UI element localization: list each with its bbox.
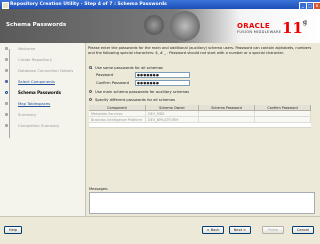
password-field[interactable]: ●●●●●●● <box>135 72 190 78</box>
decorative-gear-graphic <box>144 15 164 35</box>
messages-area[interactable] <box>89 192 315 214</box>
step-create-repository: Create Repository <box>4 56 84 63</box>
fusion-middleware-label: FUSION MIDDLEWARE <box>237 30 282 34</box>
step-summary: Summary <box>4 111 84 118</box>
step-map-tablespaces[interactable]: Map Tablespaces <box>4 100 84 107</box>
step-label[interactable]: Select Components <box>18 79 55 84</box>
instructions-text: Please enter the passwords for the main … <box>88 46 312 56</box>
step-indicator <box>5 113 8 116</box>
confirm-password-label: Confirm Password <box>96 81 129 85</box>
step-label[interactable]: Map Tablespaces <box>18 101 50 106</box>
app-icon <box>2 2 9 9</box>
next-button[interactable]: Next > <box>229 226 251 234</box>
step-label: Welcome <box>18 46 36 51</box>
step-schema-passwords: Schema Passwords <box>4 89 84 96</box>
schema-table: Component Schema Owner Schema Password C… <box>89 105 311 128</box>
radio-main-schema-passwords[interactable] <box>89 90 93 94</box>
password-label: Password <box>96 73 114 77</box>
step-completion-summary: Completion Summary <box>4 122 84 129</box>
finish-button[interactable]: Finish <box>262 226 284 234</box>
step-select-components[interactable]: Select Components <box>4 78 84 85</box>
table-empty-area <box>89 123 311 128</box>
button-bar: Help < Back Next > Finish Cancel <box>0 216 320 244</box>
step-indicator <box>5 80 8 83</box>
step-label: Completion Summary <box>18 123 60 128</box>
step-database-connection: Database Connection Details <box>4 67 84 74</box>
window-title: Repository Creation Utility - Step 4 of … <box>10 2 167 7</box>
version-logo: 11g <box>282 19 307 37</box>
radio-specify-different-label: Specify different passwords for all sche… <box>95 97 176 102</box>
messages-label: Messages: <box>89 187 109 191</box>
step-label: Summary <box>18 112 37 117</box>
step-indicator <box>5 69 8 72</box>
step-indicator <box>5 58 8 61</box>
cancel-button[interactable]: Cancel <box>292 226 314 234</box>
step-indicator <box>5 102 8 105</box>
step-indicator <box>5 91 8 94</box>
help-button[interactable]: Help <box>4 226 22 234</box>
radio-main-schema-passwords-label: Use main schema passwords for auxiliary … <box>95 89 190 94</box>
step-indicator <box>5 47 8 50</box>
radio-same-passwords-label: Use same passwords for all schemas <box>95 65 163 70</box>
version-suffix: g <box>302 19 308 26</box>
confirm-password-field[interactable]: ●●●●●●● <box>135 80 190 86</box>
page-title: Schema Passwords <box>6 22 67 28</box>
version-number: 11 <box>282 19 303 37</box>
back-button[interactable]: < Back <box>202 226 224 234</box>
decorative-globe-graphic <box>170 11 200 41</box>
oracle-logo: ORACLE <box>237 22 270 30</box>
step-welcome: Welcome <box>4 45 84 52</box>
radio-specify-different[interactable] <box>89 98 93 102</box>
step-label: Create Repository <box>18 57 53 62</box>
main-panel: Please enter the passwords for the main … <box>88 46 316 216</box>
radio-same-passwords[interactable] <box>89 66 93 70</box>
header-banner: Schema Passwords ORACLE FUSION MIDDLEWAR… <box>0 9 320 43</box>
step-indicator <box>5 124 8 127</box>
step-label: Schema Passwords <box>18 90 62 95</box>
step-label: Database Connection Details <box>18 68 74 73</box>
window-titlebar: Repository Creation Utility - Step 4 of … <box>0 0 320 10</box>
